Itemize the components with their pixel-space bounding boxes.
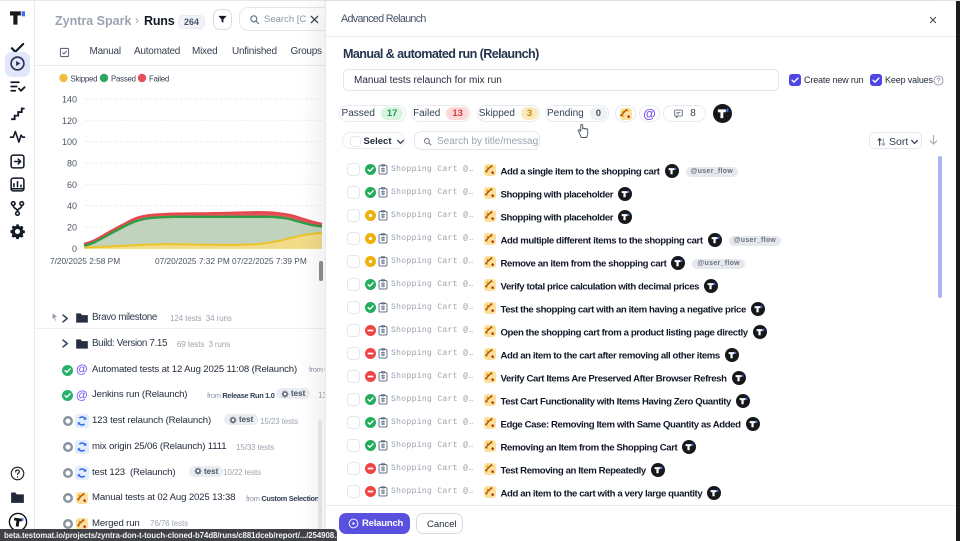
svg-text:Passed: Passed <box>111 75 136 84</box>
svg-text:40: 40 <box>67 201 77 211</box>
svg-text:20: 20 <box>67 223 77 233</box>
svg-text:120: 120 <box>62 116 77 126</box>
svg-text:7/20/2025 2:58 PM: 7/20/2025 2:58 PM <box>50 256 120 266</box>
svg-text:60: 60 <box>67 180 77 190</box>
svg-text:0: 0 <box>72 244 77 254</box>
svg-text:07/22/2025 7:39 PM: 07/22/2025 7:39 PM <box>232 256 307 266</box>
svg-text:80: 80 <box>67 159 77 169</box>
svg-text:Failed: Failed <box>149 75 169 84</box>
svg-text:100: 100 <box>62 137 77 147</box>
svg-text:140: 140 <box>62 95 77 105</box>
svg-text:Skipped: Skipped <box>71 75 98 84</box>
svg-text:07/20/2025 7:32 PM: 07/20/2025 7:32 PM <box>155 256 230 266</box>
